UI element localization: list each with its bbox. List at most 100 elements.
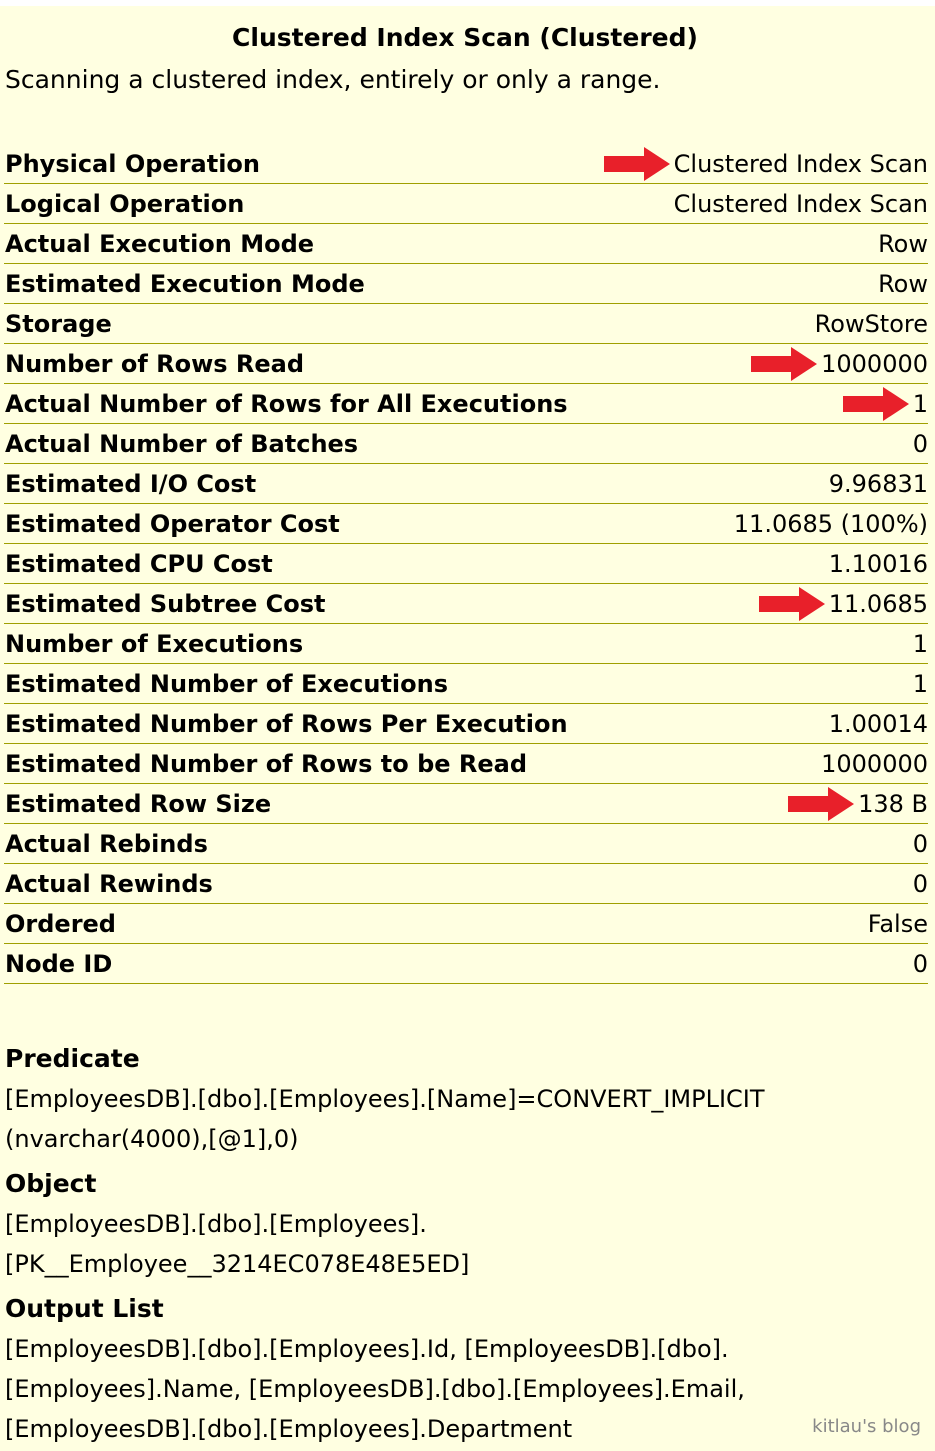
property-label: Actual Number of Rows for All Executions: [5, 389, 568, 418]
operator-title: Clustered Index Scan (Clustered): [232, 23, 698, 52]
property-value-text: 1000000: [821, 349, 928, 378]
red-arrow-icon: [751, 346, 818, 381]
property-value-text: 11.0685 (100%): [733, 509, 928, 538]
property-label: Number of Executions: [5, 629, 304, 658]
predicate-section: Predicate [EmployeesDB].[dbo].[Employees…: [5, 1039, 925, 1159]
output-list-line: [EmployeesDB].[dbo].[Employees].Departme…: [5, 1415, 573, 1443]
red-arrow-icon: [603, 146, 670, 181]
property-label: Actual Execution Mode: [5, 229, 315, 258]
property-value: RowStore: [815, 310, 928, 338]
property-value: Row: [878, 230, 928, 258]
property-value-text: 1: [912, 629, 928, 658]
property-value: 11.0685 (100%): [734, 510, 928, 538]
red-arrow-icon: [758, 586, 825, 621]
property-value-text: False: [867, 909, 928, 938]
predicate-heading: Predicate: [5, 1044, 140, 1073]
property-value-text: 0: [912, 869, 928, 898]
property-value-text: 1: [912, 669, 928, 698]
property-label: Estimated Row Size: [5, 789, 272, 818]
property-label: Actual Rebinds: [5, 829, 208, 858]
property-row: Estimated Number of Rows to be Read 10000…: [4, 744, 928, 784]
output-list-line: [Employees].Name, [EmployeesDB].[dbo].[E…: [5, 1375, 745, 1403]
property-value-text: Row: [878, 229, 928, 258]
property-value-text: 1000000: [821, 749, 928, 778]
predicate-line: [EmployeesDB].[dbo].[Employees].[Name]=C…: [5, 1085, 765, 1113]
property-label: Number of Rows Read: [5, 349, 305, 378]
property-value: 0: [913, 950, 928, 978]
operator-description: Scanning a clustered index, entirely or …: [5, 65, 661, 94]
property-row: Estimated Number of Rows Per Execution 1.…: [4, 704, 928, 744]
property-label: Estimated Operator Cost: [5, 509, 340, 538]
property-row: Estimated CPU Cost 1.10016: [4, 544, 928, 584]
property-value: 1: [913, 670, 928, 698]
property-row: Actual Execution Mode Row: [4, 224, 928, 264]
property-value-text: 1: [912, 389, 928, 418]
property-label: Logical Operation: [5, 189, 245, 218]
property-value-text: 1.00014: [828, 709, 928, 738]
watermark: kitlau's blog: [812, 1416, 921, 1437]
property-row: Estimated Subtree Cost 11.0685: [4, 584, 928, 624]
red-arrow-icon: [788, 786, 855, 821]
property-label: Estimated Execution Mode: [5, 269, 365, 298]
property-value: 11.0685: [758, 586, 928, 621]
property-row: Node ID 0: [4, 944, 928, 984]
properties-table: Physical Operation Clustered Index Scan Lo…: [4, 144, 928, 984]
property-value: 0: [913, 870, 928, 898]
output-list-line: [EmployeesDB].[dbo].[Employees].Id, [Emp…: [5, 1335, 729, 1363]
property-row: Estimated Operator Cost 11.0685 (100%): [4, 504, 928, 544]
property-value-text: Clustered Index Scan: [673, 189, 928, 218]
property-value: 0: [913, 430, 928, 458]
object-line: [EmployeesDB].[dbo].[Employees].: [5, 1210, 427, 1238]
property-value-text: 138 B: [858, 789, 928, 818]
property-label: Estimated Subtree Cost: [5, 589, 326, 618]
property-row: Actual Rewinds 0: [4, 864, 928, 904]
property-row: Number of Executions 1: [4, 624, 928, 664]
property-row: Number of Rows Read 1000000: [4, 344, 928, 384]
property-row: Storage RowStore: [4, 304, 928, 344]
property-value-text: 0: [912, 829, 928, 858]
property-row: Physical Operation Clustered Index Scan: [4, 144, 928, 184]
property-value-text: 11.0685: [828, 589, 928, 618]
red-arrow-icon: [842, 386, 909, 421]
property-value-text: RowStore: [814, 309, 928, 338]
property-value: 0: [913, 830, 928, 858]
property-row: Actual Number of Rows for All Executions…: [4, 384, 928, 424]
property-row: Estimated Execution Mode Row: [4, 264, 928, 304]
property-row: Estimated I/O Cost 9.96831: [4, 464, 928, 504]
output-list-heading: Output List: [5, 1294, 164, 1323]
property-value-text: 9.96831: [828, 469, 928, 498]
output-list-section: Output List [EmployeesDB].[dbo].[Employe…: [5, 1289, 925, 1449]
property-value-text: Clustered Index Scan: [673, 149, 928, 178]
property-value: 138 B: [788, 786, 928, 821]
property-row: Estimated Row Size 138 B: [4, 784, 928, 824]
property-label: Storage: [5, 309, 112, 338]
object-section: Object [EmployeesDB].[dbo].[Employees]. …: [5, 1164, 925, 1284]
property-label: Estimated Number of Rows Per Execution: [5, 709, 568, 738]
property-row: Logical Operation Clustered Index Scan: [4, 184, 928, 224]
property-value-text: 0: [912, 429, 928, 458]
property-label: Node ID: [5, 949, 113, 978]
property-row: Ordered False: [4, 904, 928, 944]
property-label: Ordered: [5, 909, 116, 938]
property-label: Estimated Number of Executions: [5, 669, 449, 698]
predicate-line: (nvarchar(4000),[@1],0): [5, 1125, 299, 1153]
property-value: 1.10016: [829, 550, 928, 578]
execution-plan-tooltip: Clustered Index Scan (Clustered) Scannin…: [0, 6, 935, 1451]
property-value: Clustered Index Scan: [603, 146, 928, 181]
property-label: Actual Rewinds: [5, 869, 213, 898]
property-value-text: 1.10016: [828, 549, 928, 578]
property-row: Estimated Number of Executions 1: [4, 664, 928, 704]
property-value-text: Row: [878, 269, 928, 298]
property-label: Estimated I/O Cost: [5, 469, 257, 498]
property-value: Clustered Index Scan: [674, 190, 928, 218]
property-value: 1: [842, 386, 928, 421]
property-label: Actual Number of Batches: [5, 429, 359, 458]
property-value: 1000000: [821, 750, 928, 778]
property-value: 1000000: [751, 346, 928, 381]
property-label: Estimated CPU Cost: [5, 549, 273, 578]
property-row: Actual Rebinds 0: [4, 824, 928, 864]
property-label: Physical Operation: [5, 149, 260, 178]
object-line: [PK__Employee__3214EC078E48E5ED]: [5, 1250, 470, 1278]
property-value: False: [868, 910, 928, 938]
property-value: 9.96831: [829, 470, 928, 498]
